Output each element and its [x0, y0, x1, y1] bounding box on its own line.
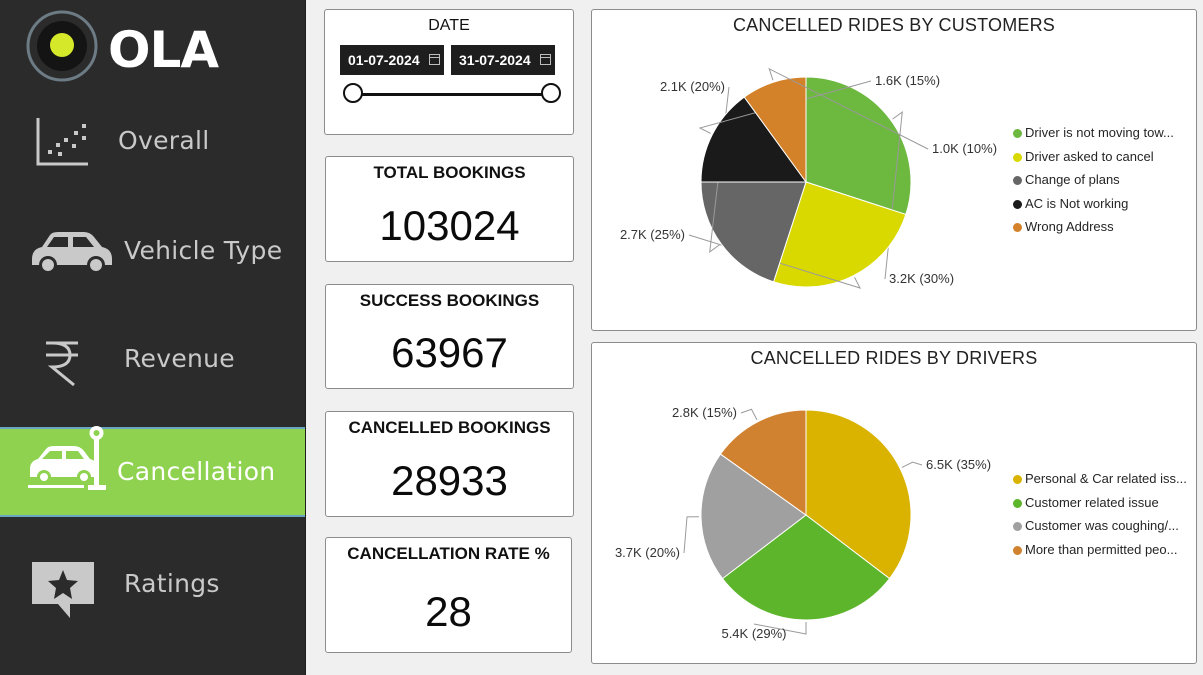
sidebar-item-label: Ratings: [124, 569, 220, 598]
sidebar-item-vehicle-type[interactable]: Vehicle Type: [0, 207, 305, 293]
legend-label: AC is Not working: [1025, 195, 1129, 211]
legend-label: Change of plans: [1025, 172, 1120, 187]
star-chat-icon: [32, 562, 94, 618]
data-label: 5.4K (29%): [721, 626, 786, 641]
sidebar-item-revenue[interactable]: Revenue: [0, 315, 305, 401]
kpi-title: SUCCESS BOOKINGS: [359, 291, 540, 310]
data-label: 2.1K (20%): [660, 79, 725, 94]
pie-chart-drivers: 6.5K (35%) 5.4K (29%) 3.7K (20%) 2.8K (15%): [615, 405, 991, 641]
rupee-icon: [46, 341, 78, 387]
calendar-icon[interactable]: [540, 54, 551, 65]
legend-item[interactable]: Customer related issue: [1013, 495, 1187, 519]
kpi-value: 28: [425, 588, 472, 635]
car-icon: [32, 232, 112, 274]
legend-label: Wrong Address: [1025, 219, 1114, 234]
legend-label: Customer was coughing/...: [1025, 518, 1179, 533]
chart-legend: Driver is not moving tow... Driver asked …: [1013, 125, 1174, 243]
end-date-input[interactable]: 31-07-2024: [451, 45, 555, 75]
data-label: 2.8K (15%): [672, 405, 737, 420]
chart-card-drivers: CANCELLED RIDES BY DRIVERS 6.5K (35%) 5.4…: [591, 342, 1197, 664]
sidebar-item-cancellation[interactable]: Cancellation: [0, 426, 305, 517]
legend-label: Personal & Car related iss...: [1025, 471, 1187, 486]
legend-label: Driver is not moving tow...: [1025, 125, 1174, 140]
car-crash-icon: [28, 426, 106, 490]
data-label: 1.0K (10%): [932, 141, 997, 156]
legend-item[interactable]: Personal & Car related iss...: [1013, 471, 1187, 495]
legend-marker: [1013, 522, 1022, 531]
date-filter-title: DATE: [428, 17, 470, 34]
chart-card-customers: CANCELLED RIDES BY CUSTOMERS 3.2K (30%) 2…: [591, 9, 1197, 331]
legend-item[interactable]: Change of plans: [1013, 172, 1174, 196]
leader-line: [683, 516, 700, 554]
calendar-icon[interactable]: [429, 54, 440, 65]
data-label: 1.6K (15%): [875, 73, 940, 88]
legend-marker: [1013, 152, 1022, 162]
leader-line: [901, 461, 923, 468]
start-date-input[interactable]: 01-07-2024: [340, 45, 444, 75]
data-label: 2.7K (25%): [620, 227, 685, 242]
data-label: 6.5K (35%): [926, 457, 991, 472]
legend-label: Driver asked to cancel: [1025, 148, 1154, 164]
sidebar-item-ratings[interactable]: Ratings: [0, 540, 305, 626]
end-date-value: 31-07-2024: [459, 52, 531, 68]
legend-marker: [1013, 545, 1022, 555]
pie-chart-customers: 3.2K (30%) 2.7K (25%) 2.1K (20%) 1.6K (15%)…: [620, 67, 997, 289]
leader-line: [740, 408, 758, 421]
start-date-value: 01-07-2024: [348, 52, 420, 68]
legend-item[interactable]: More than permitted peo...: [1013, 542, 1187, 566]
chart-legend: Personal & Car related iss... Customer re…: [1013, 471, 1187, 565]
kpi-card-cancelled-bookings: CANCELLED BOOKINGS 28933: [325, 411, 574, 517]
kpi-card-cancellation-rate: CANCELLATION RATE % 28: [325, 537, 572, 653]
kpi-value: 63967: [391, 329, 508, 376]
logo-text: OLA: [108, 21, 219, 79]
legend-marker: [1013, 176, 1022, 185]
data-label: 3.7K (20%): [615, 545, 680, 560]
date-filter-card: DATE 01-07-2024 31-07-2024: [324, 9, 574, 135]
legend-marker: [1013, 475, 1022, 484]
legend-label: Customer related issue: [1025, 494, 1159, 510]
legend-item[interactable]: AC is Not working: [1013, 196, 1174, 220]
legend-marker: [1013, 223, 1022, 232]
legend-label: More than permitted peo...: [1025, 541, 1178, 557]
legend-marker: [1013, 498, 1022, 508]
legend-marker: [1013, 199, 1022, 209]
date-range-slider-track[interactable]: [353, 93, 553, 96]
legend-item[interactable]: Customer was coughing/...: [1013, 518, 1187, 542]
legend-item[interactable]: Driver asked to cancel: [1013, 149, 1174, 173]
kpi-card-total-bookings: TOTAL BOOKINGS 103024: [325, 156, 574, 262]
kpi-value: 103024: [379, 202, 520, 249]
ola-logo: OLA: [26, 10, 220, 82]
legend-item[interactable]: Driver is not moving tow...: [1013, 125, 1174, 149]
legend-item[interactable]: Wrong Address: [1013, 219, 1174, 243]
kpi-title: CANCELLED BOOKINGS: [348, 418, 551, 437]
kpi-title: CANCELLATION RATE %: [347, 544, 550, 563]
kpi-title: TOTAL BOOKINGS: [373, 163, 526, 182]
kpi-card-success-bookings: SUCCESS BOOKINGS 63967: [325, 284, 574, 389]
sidebar-item-label: Overall: [118, 126, 210, 155]
legend-marker: [1013, 129, 1022, 138]
sidebar-item-label: Cancellation: [117, 457, 276, 486]
date-range-end-handle[interactable]: [541, 83, 561, 103]
date-range-start-handle[interactable]: [343, 83, 363, 103]
scatter-chart-icon: [36, 118, 88, 166]
data-label: 3.2K (30%): [889, 271, 954, 286]
sidebar-item-overall[interactable]: Overall: [0, 98, 305, 184]
sidebar-item-label: Vehicle Type: [124, 236, 283, 265]
sidebar-item-label: Revenue: [124, 344, 235, 373]
kpi-value: 28933: [391, 457, 508, 504]
sidebar: OLA Overall Vehicle Type Revenue Cancell…: [0, 0, 306, 675]
